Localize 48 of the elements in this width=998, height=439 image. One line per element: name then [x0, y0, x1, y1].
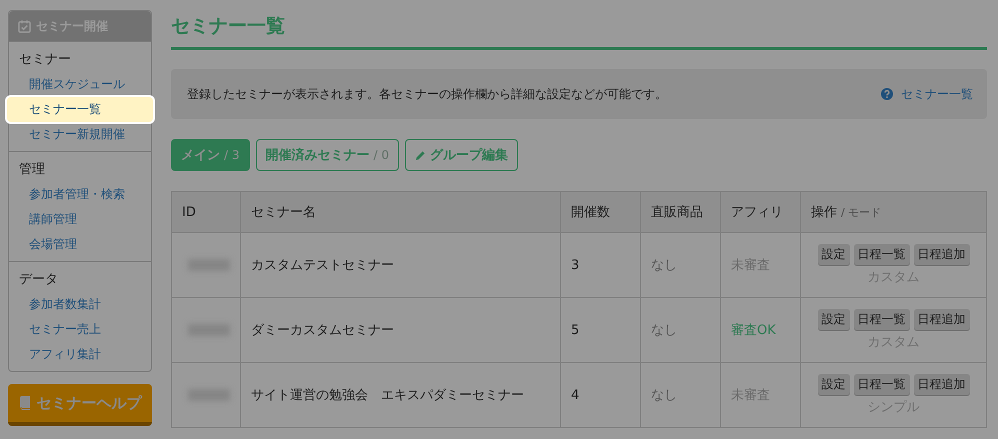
sidebar-section-title: セミナー	[18, 51, 72, 69]
sidebar-item[interactable]: セミナー一覧	[7, 97, 153, 122]
table-cell: なし	[640, 298, 720, 362]
column-header: ID	[172, 192, 240, 232]
action-button[interactable]: 設定	[818, 244, 850, 265]
action-button[interactable]: 日程一覧	[854, 374, 910, 395]
action-button[interactable]: 設定	[818, 309, 850, 330]
help-link[interactable]: セミナー一覧	[881, 86, 973, 102]
sidebar-item[interactable]: 参加者数集計	[9, 292, 151, 317]
help-icon	[881, 88, 893, 100]
action-button[interactable]: 日程追加	[914, 309, 970, 330]
affiliate-status: 審査OK	[720, 298, 800, 362]
group-edit-button[interactable]: グループ編集	[405, 139, 518, 171]
table-cell: カスタムテストセミナー	[240, 232, 560, 298]
column-header: セミナー名	[240, 192, 560, 232]
table-cell: サイト運営の勉強会 エキスパダミーセミナー	[240, 362, 560, 428]
sidebar-item[interactable]: 開催スケジュール	[9, 72, 151, 97]
table-cell: なし	[640, 232, 720, 298]
tab[interactable]: 開催済みセミナー / 0	[256, 139, 399, 171]
sidebar-section-title: 管理	[18, 161, 46, 179]
sidebar-item[interactable]: 会場管理	[9, 232, 151, 257]
sidebar-item[interactable]: セミナー売上	[9, 317, 151, 342]
table-cell: 4	[560, 362, 640, 428]
sidebar-item[interactable]: 参加者管理・検索	[9, 182, 151, 207]
column-note: / モード	[841, 206, 882, 219]
sidebar-section-title: データ	[18, 271, 59, 289]
table-cell: 5	[560, 298, 640, 362]
table-cell: なし	[640, 362, 720, 428]
action-button[interactable]: 日程追加	[914, 244, 970, 265]
calendar-check-icon	[18, 20, 31, 32]
action-button[interactable]: 日程一覧	[854, 309, 910, 330]
page-title: セミナー一覧	[171, 13, 987, 50]
tab[interactable]: メイン / 3	[171, 139, 250, 171]
column-header: 直販商品	[640, 192, 720, 232]
action-button[interactable]: 設定	[818, 374, 850, 395]
book-icon	[18, 396, 30, 410]
action-button[interactable]: 日程一覧	[854, 244, 910, 265]
sidebar-item[interactable]: 講師管理	[9, 207, 151, 232]
pencil-icon	[415, 150, 426, 160]
column-header: 操作 / モード	[800, 192, 986, 232]
table-cell: ダミーカスタムセミナー	[240, 298, 560, 362]
info-text: 登録したセミナーが表示されます。各セミナーの操作欄から詳細な設定などが可能です。	[187, 86, 667, 102]
sidebar-item[interactable]: セミナー新規開催	[9, 122, 151, 147]
action-button[interactable]: 日程追加	[914, 374, 970, 395]
table-cell: 3	[560, 232, 640, 298]
sidebar-item[interactable]: アフィリ集計	[9, 342, 151, 367]
column-header: 開催数	[560, 192, 640, 232]
column-header: アフィリ	[720, 192, 800, 232]
